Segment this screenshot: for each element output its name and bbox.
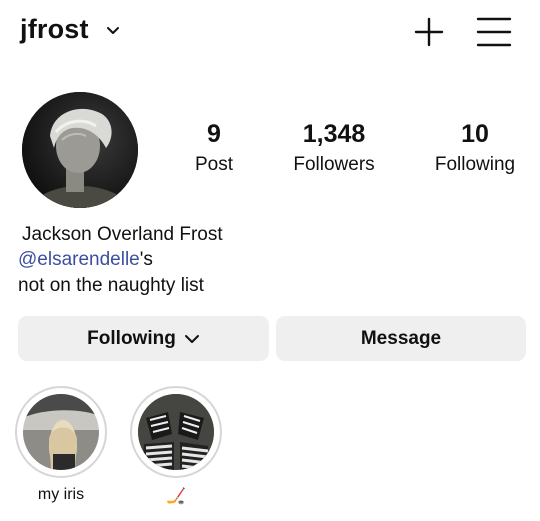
plus-icon[interactable] [412,15,446,49]
highlight-cover-image [23,394,99,470]
chevron-down-icon[interactable] [106,24,120,38]
bio-display-name: Jackson Overland Frost [22,224,223,245]
avatar-photo [22,92,138,208]
highlight-ring [130,386,222,478]
story-highlight[interactable]: my iris [15,386,107,504]
message-button[interactable]: Message [276,316,526,361]
highlight-cover-image [138,394,214,470]
posts-count[interactable]: 9 Post [172,118,256,180]
highlight-label: my iris [37,486,85,503]
username[interactable]: jfrost [20,14,89,45]
following-count[interactable]: 10 Following [426,118,524,180]
followers-label: Followers [293,154,375,175]
hamburger-menu-icon[interactable] [475,15,513,49]
bio-text: not on the naughty list [18,275,204,296]
following-label: Following [434,154,516,175]
following-button[interactable]: Following [18,316,269,361]
following-button-label: Following [87,327,176,349]
story-highlight[interactable]: 🏒 [130,386,222,506]
mention-link[interactable]: @elsarendelle [18,249,140,270]
followers-count[interactable]: 1,348 Followers [282,118,386,180]
message-button-label: Message [360,327,442,349]
bio-mention-line: @elsarendelle's [18,249,153,271]
posts-label: Post [194,154,234,175]
mention-suffix: 's [139,249,153,270]
posts-value: 9 [207,120,221,148]
highlight-ring [15,386,107,478]
avatar[interactable] [22,92,138,208]
following-value: 10 [461,120,489,148]
followers-value: 1,348 [302,120,366,148]
chevron-down-icon [184,334,199,343]
top-bar: jfrost [0,0,540,64]
highlight-label: 🏒 [166,488,186,505]
